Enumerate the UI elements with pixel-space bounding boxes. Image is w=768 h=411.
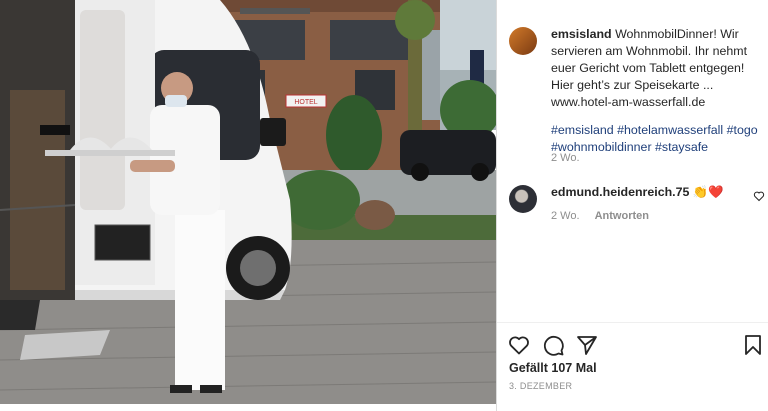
post-photo[interactable]: HOTEL: [0, 0, 496, 404]
post-date: 3. DEZEMBER: [509, 381, 573, 391]
caption-url: www.hotel-am-wasserfall.de: [551, 95, 706, 109]
share-icon[interactable]: [575, 333, 599, 357]
like-comment-heart-icon[interactable]: [753, 190, 765, 202]
comment-icon[interactable]: [541, 333, 565, 357]
post-side-panel: emsisland WohnmobilDinner! Wir servieren…: [496, 0, 768, 411]
commenter-avatar[interactable]: [509, 185, 537, 213]
post-caption: emsisland WohnmobilDinner! Wir servieren…: [551, 26, 763, 156]
comment-text: 👏❤️: [692, 185, 724, 199]
like-heart-icon[interactable]: [507, 333, 531, 357]
reply-button[interactable]: Antworten: [595, 210, 649, 222]
hotel-sign: HOTEL: [294, 99, 317, 106]
comment-meta: 2 Wo. Antworten: [551, 210, 661, 222]
bookmark-icon[interactable]: [741, 333, 765, 357]
post-username[interactable]: emsisland: [551, 27, 612, 41]
likes-count[interactable]: Gefällt 107 Mal: [509, 361, 597, 375]
comment-time-ago: 2 Wo.: [551, 210, 580, 222]
comment-username[interactable]: edmund.heidenreich.75: [551, 185, 689, 199]
photo-illustration: HOTEL: [0, 0, 496, 404]
avatar[interactable]: [509, 27, 537, 55]
comment: edmund.heidenreich.75 👏❤️: [551, 184, 751, 201]
caption-hashtags[interactable]: #emsisland #hotelamwasserfall #togo #woh…: [551, 122, 763, 156]
post-time-ago: 2 Wo.: [551, 152, 580, 164]
divider: [497, 322, 768, 323]
